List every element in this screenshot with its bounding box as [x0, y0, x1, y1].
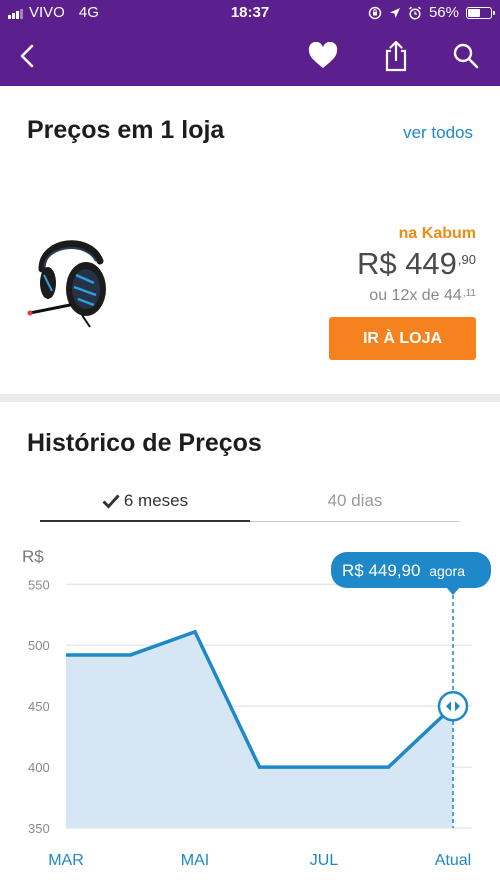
offer-price-main: R$ 449 [356, 246, 457, 281]
current-price-suffix: agora [429, 563, 465, 579]
battery-icon [466, 6, 495, 19]
location-arrow-icon [389, 7, 400, 18]
search-icon [453, 43, 479, 69]
y-axis-ticks: 350 400 450 500 550 [28, 577, 50, 836]
y-tick-label: 350 [28, 821, 50, 836]
x-tick-label: MAR [48, 852, 84, 869]
installments-cents: ,11 [462, 288, 476, 299]
handle-circle [437, 691, 469, 722]
y-tick-label: 550 [28, 577, 50, 592]
battery-fill [468, 8, 481, 17]
x-axis-labels: MAR MAI JUL Atual [48, 852, 471, 869]
x-tick-label: MAI [181, 852, 209, 869]
y-axis-label: R$ [22, 547, 44, 566]
current-price-handle[interactable] [437, 691, 469, 722]
installments: ou 12x de 44,11 [369, 287, 476, 305]
search-button[interactable] [446, 36, 486, 76]
current-price-pill-tip [446, 587, 460, 595]
status-bar-right: 56% [368, 4, 495, 21]
x-tick-label: JUL [310, 852, 339, 869]
battery-percent: 56% [428, 4, 459, 21]
back-chevron-icon [20, 44, 34, 68]
prices-title: Preços em 1 loja [27, 116, 225, 144]
share-icon [385, 40, 407, 72]
installments-main: ou 12x de 44 [369, 287, 462, 304]
current-price-value: R$ 449,90 [342, 561, 420, 580]
price-area-fill [66, 631, 453, 828]
store-name: na Kabum [398, 225, 476, 242]
offer-price-cents: ,90 [457, 252, 476, 267]
x-tick-label: Atual [435, 852, 471, 869]
product-image [27, 240, 106, 328]
rotation-lock-icon [368, 6, 382, 19]
heart-icon [308, 42, 338, 68]
favorite-button[interactable] [303, 36, 343, 76]
top-nav-bar [0, 26, 500, 86]
alarm-icon [408, 6, 421, 20]
status-bar: VIVO 4G 18:37 56% [0, 0, 500, 26]
go-to-store-button[interactable]: IR À LOJA [329, 317, 476, 360]
y-tick-label: 450 [28, 699, 50, 714]
prices-card: Preços em 1 loja ver todos na Kabum R$ 4… [0, 86, 500, 394]
price-history-card: Histórico de Preços 6 meses 40 dias R$ 3… [0, 402, 500, 889]
see-all-link[interactable]: ver todos [403, 123, 473, 143]
y-tick-label: 400 [28, 760, 50, 775]
current-price-pill: R$ 449,90 agora [331, 552, 491, 595]
offer-price: R$ 449,90 [357, 246, 476, 282]
back-button[interactable] [8, 36, 48, 76]
price-history-chart: R$ 350 400 450 500 550 MAR MAI JUL Atual R$ 449… [22, 547, 491, 869]
current-price-pill-text: R$ 449,90 agora [342, 561, 465, 580]
y-tick-label: 500 [28, 638, 50, 653]
share-button[interactable] [376, 36, 416, 76]
